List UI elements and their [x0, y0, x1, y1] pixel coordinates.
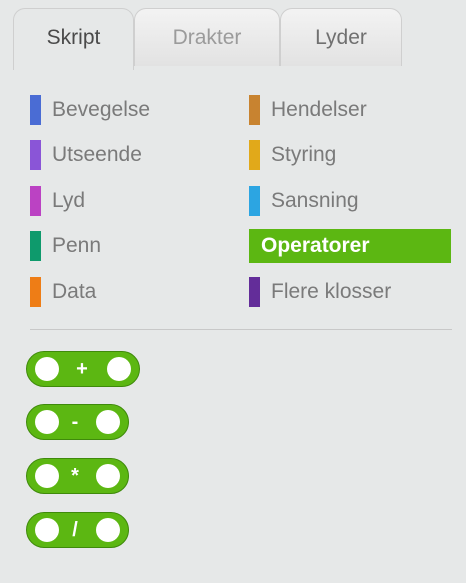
- category-color-swatch: [249, 95, 260, 125]
- right-input-slot[interactable]: [96, 518, 120, 542]
- category-label: Lyd: [52, 189, 86, 212]
- right-input-slot[interactable]: [96, 410, 120, 434]
- left-input-slot[interactable]: [35, 518, 59, 542]
- operator-symbol: +: [76, 358, 88, 380]
- operator-symbol: *: [71, 465, 79, 487]
- tab-scripts[interactable]: Skript: [13, 8, 134, 70]
- divide-block[interactable]: /: [26, 512, 129, 548]
- category-label: Hendelser: [271, 98, 367, 121]
- operator-symbol: -: [71, 411, 79, 433]
- category-looks[interactable]: Utseende: [30, 138, 230, 172]
- category-label: Utseende: [52, 143, 142, 166]
- category-sound[interactable]: Lyd: [30, 184, 230, 218]
- palette-divider: [30, 329, 452, 330]
- category-motion[interactable]: Bevegelse: [30, 93, 230, 127]
- category-color-swatch: [30, 140, 41, 170]
- category-data[interactable]: Data: [30, 275, 230, 309]
- category-color-swatch: [249, 186, 260, 216]
- left-input-slot[interactable]: [35, 464, 59, 488]
- right-input-slot[interactable]: [107, 357, 131, 381]
- category-color-swatch: [30, 277, 41, 307]
- category-label: Sansning: [271, 189, 359, 212]
- category-operators[interactable]: Operatorer: [249, 229, 451, 263]
- category-control[interactable]: Styring: [249, 138, 449, 172]
- category-label: Bevegelse: [52, 98, 151, 121]
- multiply-block[interactable]: *: [26, 458, 129, 494]
- category-color-swatch: [30, 231, 41, 261]
- category-label: Operatorer: [261, 234, 370, 257]
- tab-costumes[interactable]: Drakter: [134, 8, 280, 66]
- category-label: Styring: [271, 143, 337, 166]
- add-block[interactable]: +: [26, 351, 140, 387]
- scripts-panel: Drakter Lyder Skript Bevegelse Utseende …: [0, 0, 466, 583]
- category-more-blocks[interactable]: Flere klosser: [249, 275, 449, 309]
- category-sensing[interactable]: Sansning: [249, 184, 449, 218]
- subtract-block[interactable]: -: [26, 404, 129, 440]
- category-color-swatch: [30, 95, 41, 125]
- left-input-slot[interactable]: [35, 410, 59, 434]
- category-color-swatch: [249, 277, 260, 307]
- category-label: Data: [52, 280, 97, 303]
- left-input-slot[interactable]: [35, 357, 59, 381]
- category-events[interactable]: Hendelser: [249, 93, 449, 127]
- right-input-slot[interactable]: [96, 464, 120, 488]
- category-label: Penn: [52, 234, 102, 257]
- operator-symbol: /: [72, 519, 78, 541]
- category-pen[interactable]: Penn: [30, 229, 230, 263]
- category-label: Flere klosser: [271, 280, 392, 303]
- category-color-swatch: [30, 186, 41, 216]
- block-palette: Bevegelse Utseende Lyd Penn Data Hendels…: [13, 69, 466, 583]
- tab-sounds[interactable]: Lyder: [280, 8, 402, 66]
- category-color-swatch: [249, 140, 260, 170]
